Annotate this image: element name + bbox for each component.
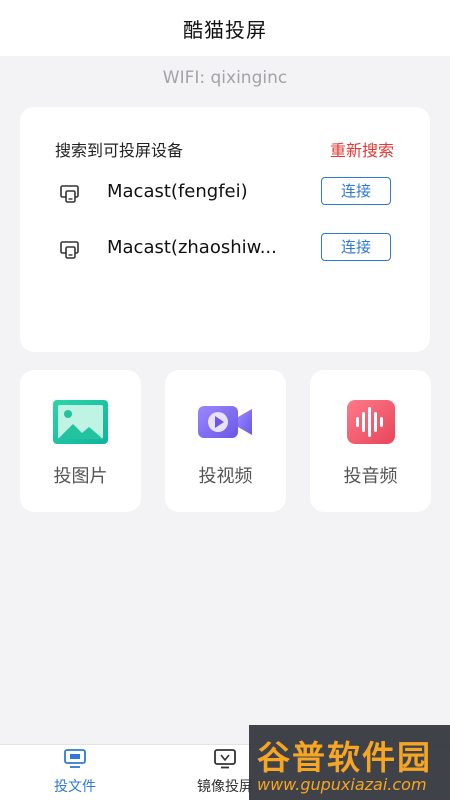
watermark-text: 谷普软件园: [257, 738, 432, 777]
tab-cast-file-label: 投文件: [54, 779, 96, 795]
watermark-logo: 谷普软件园 www.gupuxiazai.com: [249, 725, 450, 800]
tab-cast-file[interactable]: 投文件: [30, 745, 120, 801]
device-row: Macast(zhaoshiw... 连接: [20, 229, 430, 269]
connect-button[interactable]: 连接: [321, 233, 391, 261]
video-camera-icon: [198, 406, 252, 438]
cast-image-label: 投图片: [53, 466, 108, 487]
cast-audio-label: 投音频: [343, 466, 398, 487]
audio-wave-icon: [347, 400, 395, 444]
tv-mirror-icon: [214, 749, 236, 769]
image-icon: [53, 400, 108, 444]
cast-video-tile[interactable]: 投视频: [165, 370, 286, 512]
app-title: 酷猫投屏: [183, 17, 267, 42]
cast-screen-icon: [60, 241, 79, 259]
watermark-url: www.gupuxiazai.com: [257, 775, 427, 794]
cast-file-icon: [64, 749, 86, 768]
device-list-heading: 搜索到可投屏设备: [55, 141, 184, 160]
device-name: Macast(fengfei): [107, 181, 248, 202]
device-name: Macast(zhaoshiw...: [107, 237, 277, 258]
cast-screen-icon: [60, 185, 79, 203]
device-row: Macast(fengfei) 连接: [20, 173, 430, 213]
cast-audio-tile[interactable]: 投音频: [310, 370, 431, 512]
device-list-card: 搜索到可投屏设备 重新搜索 Macast(fengfei) 连接 Macast(…: [20, 107, 430, 352]
cast-image-tile[interactable]: 投图片: [20, 370, 141, 512]
connect-button[interactable]: 连接: [321, 177, 391, 205]
cast-video-label: 投视频: [198, 466, 253, 487]
wifi-status: WIFI: qixinginc: [162, 68, 288, 88]
research-button[interactable]: 重新搜索: [330, 137, 394, 161]
app-header: 酷猫投屏: [0, 0, 450, 56]
